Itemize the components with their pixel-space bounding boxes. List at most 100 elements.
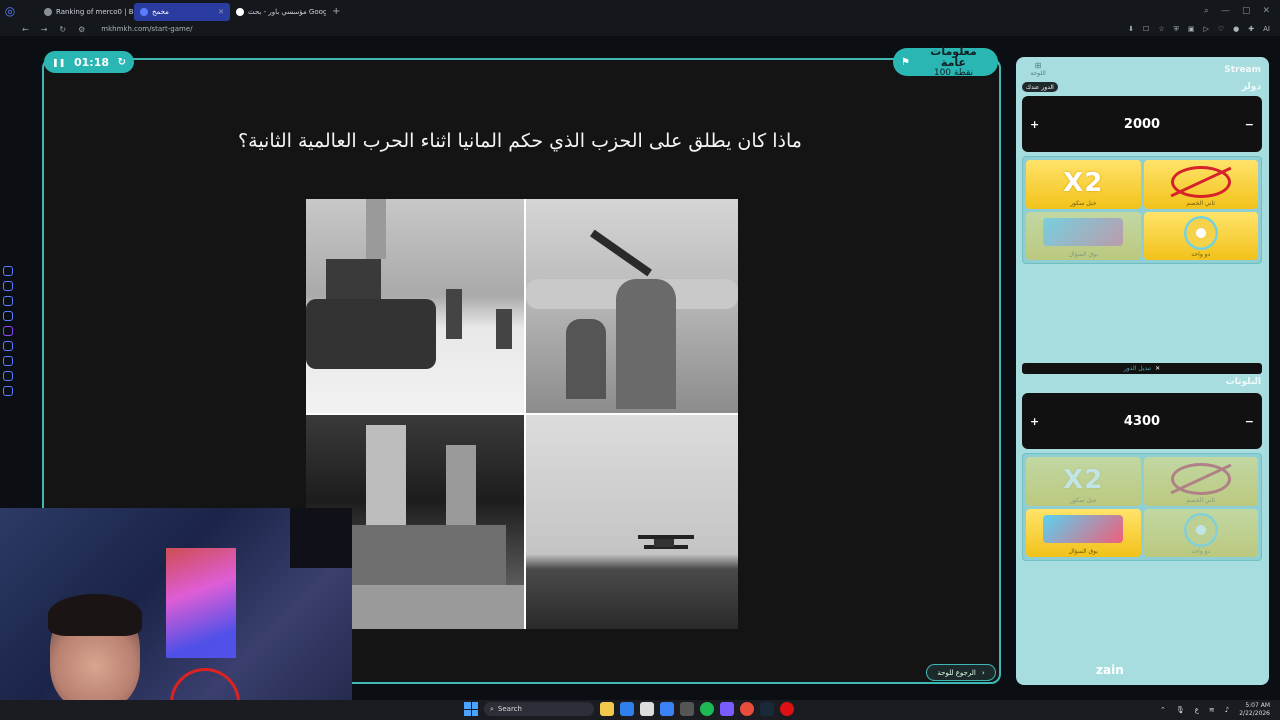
plus-button[interactable]: + [1030, 118, 1039, 131]
mic-icon[interactable]: 🎙 [1176, 706, 1185, 714]
bookmark-star-icon[interactable]: ☆ [1158, 25, 1164, 34]
wheel-card[interactable]: دو واحد [1143, 211, 1258, 260]
cards-icon [1043, 514, 1124, 543]
team-score-box: + 4300 − [1022, 393, 1262, 449]
helper-cards: X2 جبل سكور ثاني الخصم بوق السؤال دو واح… [1022, 156, 1262, 264]
tab-mkhmkh[interactable]: مخمخ ✕ [134, 3, 230, 21]
teams-panel: ⊞ اللوحة Stream دولز الدور عندك + 2000 −… [1016, 57, 1269, 685]
date-text: 2/22/2026 [1239, 710, 1270, 717]
sidebar-player-icon[interactable] [3, 341, 13, 351]
card-label: جبل سكور [1070, 199, 1097, 207]
sidebar-messenger-icon[interactable] [3, 296, 13, 306]
sidebar-clock-icon[interactable] [3, 356, 13, 366]
play-icon[interactable]: ▷ [1203, 25, 1208, 34]
board-button[interactable]: ⊞ اللوحة [1024, 61, 1052, 83]
wallet-icon[interactable]: ▣ [1188, 25, 1195, 34]
team-score: 4300 [1123, 413, 1161, 429]
pause-icon[interactable]: ❚❚ [52, 58, 65, 67]
browser-sidebar [3, 266, 15, 396]
game-timer: ❚❚ 01:18 ↻ [44, 51, 134, 73]
card-label: ثاني الخصم [1186, 199, 1216, 207]
back-to-board-button[interactable]: الرجوع للوحة › [926, 664, 996, 681]
tab-close-icon[interactable]: ✕ [218, 8, 224, 16]
language-icon[interactable]: ع [1195, 706, 1199, 714]
room-shadow [290, 508, 352, 568]
windows-start-icon[interactable] [464, 702, 478, 716]
sidebar-whatsapp-icon[interactable] [3, 311, 13, 321]
sidebar-history-icon[interactable] [3, 266, 13, 276]
tab-favicon-icon [44, 8, 52, 16]
double-score-card[interactable]: X2 جبل سكور [1026, 160, 1141, 209]
volume-icon[interactable]: ♪ [1225, 706, 1229, 714]
file-explorer-icon[interactable] [600, 702, 614, 716]
back-label: الرجوع للوحة [937, 668, 976, 677]
profile-icon[interactable]: ● [1233, 25, 1239, 34]
team-name: البلوتات [1225, 377, 1261, 387]
reset-timer-icon[interactable]: ↻ [118, 57, 126, 68]
tab-ranking[interactable]: Ranking of merco0 | BotR ✕ [38, 3, 134, 21]
clock[interactable]: 5:07 AM 2/22/2026 [1239, 702, 1270, 718]
wifi-icon[interactable]: ≋ [1209, 706, 1215, 714]
download-icon[interactable]: ⬇ [1128, 25, 1134, 34]
maximize-icon[interactable]: ▢ [1242, 6, 1251, 16]
wall-poster [166, 548, 236, 658]
stream-label: Stream [1224, 65, 1261, 75]
spotify-icon[interactable] [700, 702, 714, 716]
taskbar-search[interactable]: ⌕ Search [484, 702, 594, 716]
heart-icon[interactable]: ♡ [1218, 25, 1224, 34]
ai-button[interactable]: AI [1263, 25, 1270, 34]
card-label: جبل سكور [1070, 496, 1097, 504]
block-opponent-card[interactable]: ثاني الخصم [1143, 160, 1258, 209]
back-arrow-icon[interactable]: ← [22, 25, 29, 34]
question-card[interactable]: بوق السؤال [1026, 211, 1141, 260]
block-opponent-card[interactable]: ثاني الخصم [1143, 457, 1258, 506]
forward-arrow-icon[interactable]: → [41, 25, 48, 34]
tab-google-search[interactable]: مؤسسي باور - بحث Google ✕ [230, 3, 326, 21]
close-window-icon[interactable]: ✕ [1262, 6, 1270, 16]
discord-icon[interactable] [720, 702, 734, 716]
extensions-icon[interactable]: ✚ [1248, 25, 1254, 34]
search-placeholder: Search [497, 705, 522, 713]
helper-cards: X2 جبل سكور ثاني الخصم بوق السؤال دو واح… [1022, 453, 1262, 561]
reload-icon[interactable]: ↻ [59, 25, 66, 34]
timer-value: 01:18 [74, 55, 110, 69]
new-tab-button[interactable]: + [332, 6, 340, 17]
time-text: 5:07 AM [1245, 702, 1270, 709]
swap-turn-button[interactable]: تبديل الدور ✕ [1022, 363, 1262, 374]
opera-icon[interactable] [780, 702, 794, 716]
card-label: دو واحد [1191, 251, 1211, 258]
tab-label: Ranking of merco0 | BotR [56, 8, 134, 16]
url-field[interactable]: mkhmkh.com/start-game/ [101, 25, 192, 33]
question-card[interactable]: بوق السؤال [1026, 508, 1141, 557]
plus-button[interactable]: + [1030, 415, 1039, 428]
chevron-up-icon[interactable]: ⌃ [1160, 706, 1166, 714]
flag-icon[interactable]: ⚑ [901, 57, 917, 68]
site-info-icon[interactable]: ⚙ [78, 25, 85, 34]
no-answer-icon [1170, 166, 1231, 198]
minus-button[interactable]: − [1245, 415, 1254, 428]
sidebar-settings-icon[interactable] [3, 386, 13, 396]
sidebar-twitch-icon[interactable] [3, 326, 13, 336]
mail-icon[interactable] [660, 702, 674, 716]
window-controls: ⌕ — ▢ ✕ [1204, 6, 1280, 16]
x2-icon: X2 [1063, 465, 1104, 495]
steam-icon[interactable] [760, 702, 774, 716]
sidebar-notes-icon[interactable] [3, 371, 13, 381]
sidebar-ai-icon[interactable] [3, 281, 13, 291]
minus-button[interactable]: − [1245, 118, 1254, 131]
browser-toolbar: ⬇ ☐ ☆ ⛨ ▣ ▷ ♡ ● ✚ AI [1128, 25, 1280, 34]
team-name: دولز [1241, 82, 1261, 92]
wheel-card[interactable]: دو واحد [1143, 508, 1258, 557]
search-tabs-icon[interactable]: ⌕ [1204, 6, 1209, 16]
minimize-icon[interactable]: — [1221, 6, 1230, 16]
xbox-icon[interactable] [680, 702, 694, 716]
shield-icon[interactable]: ⛨ [1174, 25, 1179, 34]
bookmark-icon[interactable]: ☐ [1143, 25, 1149, 34]
edge-icon[interactable] [620, 702, 634, 716]
browser-logo-icon[interactable]: ◎ [0, 0, 20, 22]
obs-icon[interactable] [740, 702, 754, 716]
store-icon[interactable] [640, 702, 654, 716]
windows-taskbar: ⌕ Search ⌃ 🎙 ع ≋ ♪ 5:07 AM 2/22/2026 [0, 700, 1280, 720]
tab-label: مؤسسي باور - بحث Google [248, 8, 326, 16]
double-score-card[interactable]: X2 جبل سكور [1026, 457, 1141, 506]
